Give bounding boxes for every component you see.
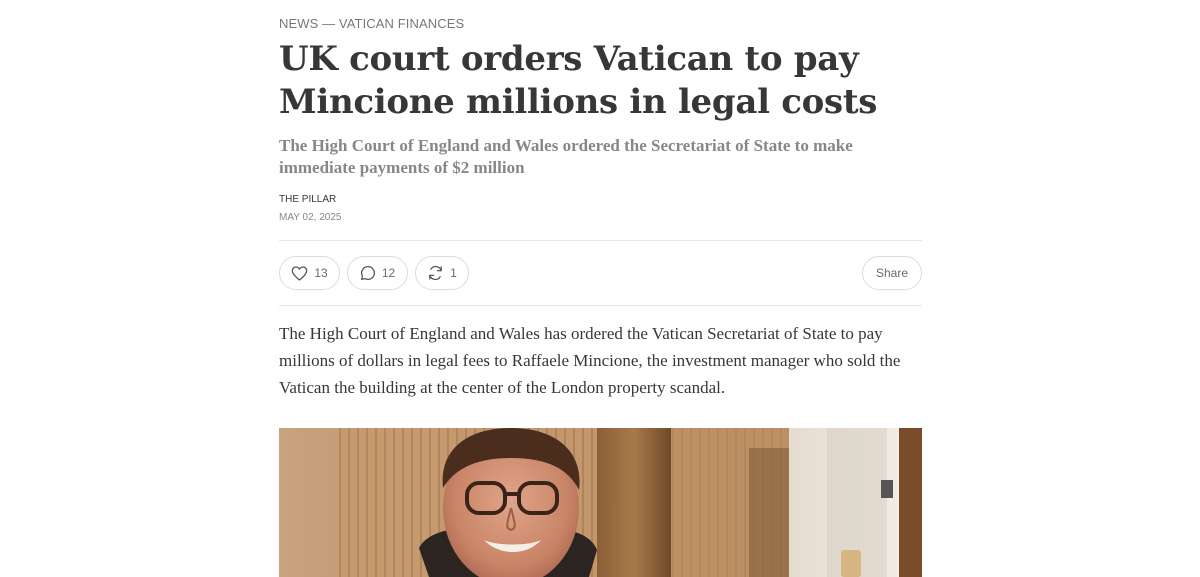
heart-icon xyxy=(291,265,308,281)
hero-image[interactable] xyxy=(279,428,922,577)
comment-count: 12 xyxy=(381,266,396,280)
author-name[interactable]: THE PILLAR xyxy=(279,194,336,205)
share-button[interactable]: Share xyxy=(862,256,922,290)
restack-button[interactable]: 1 xyxy=(415,256,469,290)
category-label[interactable]: NEWS — VATICAN FINANCES xyxy=(279,16,464,31)
restack-count: 1 xyxy=(450,266,457,280)
divider-bottom xyxy=(279,305,922,306)
article-title: UK court orders Vatican to pay Mincione … xyxy=(279,39,878,122)
like-count: 13 xyxy=(314,266,328,280)
comment-icon xyxy=(360,265,376,281)
restack-icon xyxy=(427,265,444,281)
comment-button[interactable]: 12 xyxy=(347,256,408,290)
divider-top xyxy=(279,240,922,241)
article-body-paragraph: The High Court of England and Wales has … xyxy=(279,324,901,397)
share-label: Share xyxy=(875,266,909,280)
article-subtitle: The High Court of England and Wales orde… xyxy=(279,136,853,177)
like-button[interactable]: 13 xyxy=(279,256,340,290)
publish-date: MAY 02, 2025 xyxy=(279,212,342,223)
